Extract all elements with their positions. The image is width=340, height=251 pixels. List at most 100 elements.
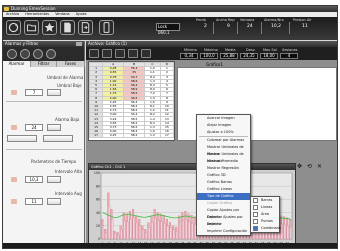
submenu-item[interactable]: Combinado	[251, 225, 281, 232]
settings-icon[interactable]	[46, 49, 56, 59]
chart-bar[interactable]	[175, 230, 178, 240]
context-menu-item[interactable]: Mostrar Umbrales de Intervalo	[197, 151, 250, 163]
image-icon[interactable]	[141, 49, 151, 58]
apply-button[interactable]	[7, 135, 37, 142]
chart-bar[interactable]	[135, 222, 138, 240]
context-menu-item[interactable]: Ajustar a 100%	[197, 129, 250, 136]
chart-bar[interactable]	[123, 220, 126, 240]
chart-bar[interactable]	[151, 222, 154, 240]
context-menu-item[interactable]: Imprimir Configuración	[197, 228, 250, 235]
panel-close-icon[interactable]	[76, 42, 82, 46]
chart-bar[interactable]	[126, 221, 129, 240]
data-grid[interactable]: A B C D 1 0,28 35,3 1,0 1 2 0,55 35 1,1 2 3 0,78 30,…	[88, 61, 175, 141]
chart-bar[interactable]	[185, 219, 188, 240]
submenu-item[interactable]: Barras	[251, 197, 279, 204]
chart-bar[interactable]	[142, 229, 145, 240]
chart-bar[interactable]	[191, 223, 194, 240]
chart-bar[interactable]	[105, 232, 108, 240]
chart-bar[interactable]	[101, 225, 105, 240]
chart-bar[interactable]	[283, 224, 286, 240]
interval-aug-stepper[interactable]	[47, 198, 61, 205]
submenu-item[interactable]: Líneas	[251, 204, 279, 211]
context-menu-item[interactable]: Tipo de Gráfico	[197, 193, 250, 200]
chart-bar[interactable]	[132, 217, 135, 240]
chart-bar[interactable]	[166, 225, 169, 240]
menu-herramientas[interactable]: Herramientas	[25, 12, 49, 16]
chart-bar[interactable]	[172, 229, 175, 240]
context-menu-item[interactable]: Mostrar Umbrales de Alarma	[197, 144, 250, 156]
chart-bar[interactable]	[280, 223, 283, 240]
submenu-item[interactable]: Área	[251, 211, 279, 218]
context-menu-item[interactable]: Copiar Ajustes por Defecto	[197, 207, 250, 219]
pan-icon[interactable]: ✥	[296, 163, 303, 170]
lock-file-field[interactable]: Lock 060.1	[156, 23, 180, 35]
context-menu-item[interactable]: Gráfico Barras	[197, 179, 250, 186]
chart-bar[interactable]	[120, 228, 123, 240]
chart-bar[interactable]	[129, 219, 132, 240]
phase-icon[interactable]	[33, 49, 43, 59]
context-menu-item[interactable]: Exportar Ajustes por Defecto	[197, 214, 250, 226]
chart-bar[interactable]	[138, 225, 141, 240]
chart-bar[interactable]	[117, 234, 120, 240]
refresh-icon[interactable]	[6, 20, 21, 35]
context-menu-item[interactable]: Mostrar Promedio	[197, 158, 250, 165]
chart-bar[interactable]	[111, 219, 114, 240]
context-menu-item[interactable]: Alejar Imagen	[197, 122, 250, 129]
reset-button[interactable]	[43, 135, 73, 142]
low-alarm-stepper[interactable]	[47, 124, 61, 131]
table-row[interactable]: 17 4,25 38,2 1,3 17	[89, 133, 174, 139]
alarm-color-swatch[interactable]	[11, 90, 17, 95]
bell-icon[interactable]	[7, 49, 17, 59]
chart-bar[interactable]	[157, 220, 160, 240]
chart-bar[interactable]	[178, 222, 182, 240]
chart-bar[interactable]	[182, 220, 185, 240]
low-alarm-input[interactable]: 24	[25, 124, 43, 131]
chart-bar[interactable]	[114, 233, 117, 240]
interval-high-swatch[interactable]	[11, 177, 17, 182]
chart-bar[interactable]	[163, 223, 166, 240]
filter-icon[interactable]	[20, 49, 30, 59]
menu-archivo[interactable]: Archivo	[6, 12, 19, 16]
chart-bar[interactable]	[169, 227, 172, 240]
reset-zoom-icon[interactable]: ⟲	[306, 163, 313, 170]
table-cell[interactable]: 17	[159, 133, 174, 139]
chart-bar[interactable]	[154, 217, 157, 240]
context-menu-item[interactable]: Mostrar Regresión	[197, 165, 250, 172]
tab-filtrar[interactable]: Filtrar	[31, 61, 57, 67]
menu-ventana[interactable]: Ventana	[55, 12, 69, 16]
low-alarm-swatch[interactable]	[11, 125, 17, 130]
table-cell[interactable]: 1,3	[144, 133, 161, 139]
chart-bar[interactable]	[188, 221, 191, 240]
row-header[interactable]: 17	[89, 133, 104, 139]
table-cell[interactable]: 38,2	[123, 133, 146, 139]
grid-icon[interactable]	[102, 49, 112, 58]
save-icon[interactable]	[89, 49, 99, 58]
chart-icon[interactable]	[115, 49, 125, 58]
menu-ayuda[interactable]: Ayuda	[76, 12, 87, 16]
chart-bar[interactable]	[145, 232, 148, 240]
context-menu-item[interactable]: Copiar Gráfico	[197, 200, 250, 207]
tab-alarmar[interactable]: Alarmar	[3, 61, 31, 67]
star-icon[interactable]	[42, 20, 57, 35]
context-menu-item[interactable]: Gráfico 3D	[197, 172, 250, 179]
interval-aug-swatch[interactable]	[11, 199, 17, 204]
context-menu-item[interactable]: Acercar Imagen	[197, 115, 250, 122]
context-menu-item[interactable]: Imprimir	[197, 221, 250, 228]
folder-open-icon[interactable]	[24, 20, 39, 35]
low-threshold-input[interactable]: 7	[25, 89, 43, 96]
chart-bar[interactable]	[286, 225, 289, 240]
low-threshold-stepper[interactable]	[47, 89, 61, 96]
export-document-icon[interactable]	[78, 20, 93, 35]
chart-bar[interactable]	[160, 221, 163, 240]
close-chart-icon[interactable]: ✕	[316, 163, 323, 170]
submenu-item[interactable]: Puntos	[251, 218, 279, 225]
document-icon[interactable]	[60, 20, 75, 35]
interval-aug-input[interactable]: 11	[25, 198, 43, 205]
interval-high-input[interactable]: 10,3	[25, 176, 43, 183]
chart-bar[interactable]	[108, 205, 111, 240]
table-cell[interactable]: 4,25	[102, 133, 125, 139]
chart-bar[interactable]	[289, 227, 292, 240]
context-menu-item[interactable]: Gráfico Lineas	[197, 186, 250, 193]
context-menu-item[interactable]: Colorear por Alarmas	[197, 137, 250, 144]
mobile-device-icon[interactable]	[99, 20, 114, 35]
